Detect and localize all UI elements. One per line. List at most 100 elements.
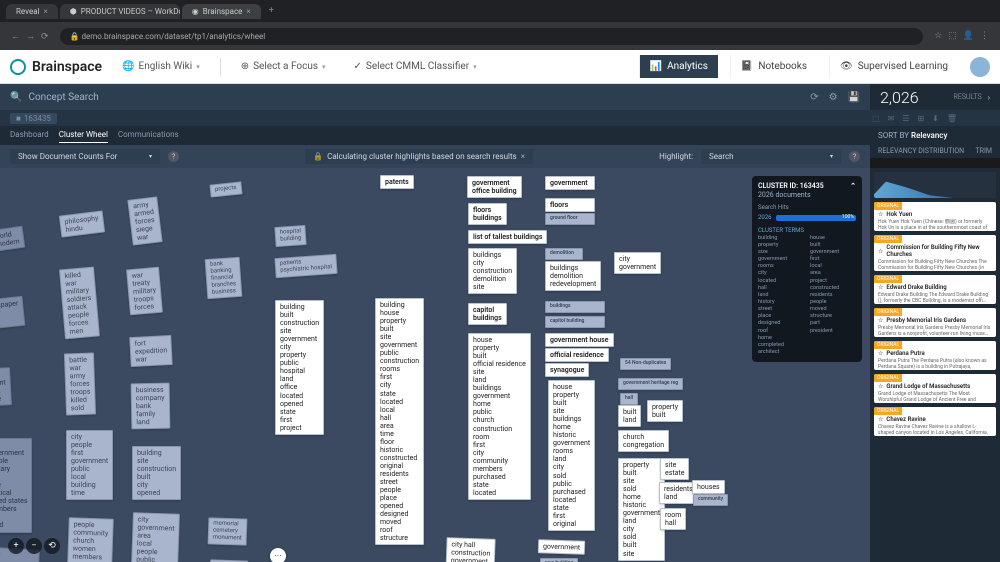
help-icon[interactable]: ? bbox=[849, 151, 860, 162]
browser-tab[interactable]: Reveal× bbox=[6, 4, 58, 19]
cluster-card[interactable]: housepropertybuiltofficial residencesite… bbox=[468, 333, 531, 500]
new-tab-button[interactable]: + bbox=[269, 6, 274, 16]
classifier-dropdown[interactable]: ✓Select CMML Classifier▾ bbox=[346, 57, 485, 76]
result-card[interactable]: ORIGINAL Commission for Building Fifty N… bbox=[874, 235, 996, 271]
cluster-card[interactable]: memorialcemeterymonument bbox=[208, 517, 248, 545]
cluster-card[interactable]: siteestate bbox=[660, 458, 689, 480]
refresh-icon[interactable]: ⟳ bbox=[810, 92, 818, 103]
chevron-right-icon[interactable]: › bbox=[988, 93, 990, 102]
result-card[interactable]: ORIGINAL Grand Lodge of Massachusetts Gr… bbox=[874, 374, 996, 403]
cluster-card[interactable]: buildings bbox=[545, 301, 605, 313]
browser-tab[interactable]: ⬢PRODUCT VIDEOS – WorkDocs× bbox=[60, 4, 180, 19]
cluster-card[interactable]: ground floor bbox=[545, 213, 595, 225]
cluster-card[interactable]: community bbox=[693, 494, 728, 506]
cluster-wheel-viz[interactable]: worldmodern newspaperstoryill godancient… bbox=[0, 168, 870, 562]
cluster-card[interactable]: killedwarmilitarysoldiersattackpeoplefor… bbox=[59, 267, 100, 340]
tab-cluster-wheel[interactable]: Cluster Wheel bbox=[59, 127, 108, 143]
cluster-card[interactable]: patientspsychiatric hospital bbox=[274, 254, 337, 278]
cluster-card[interactable]: propertybuiltsitesoldhomehistoricgovernm… bbox=[618, 458, 665, 561]
cluster-card[interactable]: peoplecommunitychurchwomenmembers bbox=[67, 517, 114, 562]
tab-dashboard[interactable]: Dashboard bbox=[10, 127, 49, 143]
cluster-card[interactable]: housepropertybuiltsitebuildingshomehisto… bbox=[548, 380, 595, 531]
wiki-dropdown[interactable]: 🌐English Wiki▾ bbox=[114, 57, 208, 76]
cluster-card[interactable]: patents bbox=[380, 175, 414, 189]
close-icon[interactable]: × bbox=[521, 152, 525, 161]
cluster-card[interactable]: buildingscityconstructiondemolitionsite bbox=[468, 248, 517, 294]
cluster-card[interactable]: buildinghousepropertybuiltsitegovernment… bbox=[375, 298, 424, 545]
nav-supervised[interactable]: 👁Supervised Learning bbox=[829, 55, 958, 78]
cluster-card[interactable]: capitol building bbox=[545, 316, 605, 328]
cluster-card[interactable]: capitolbuildings bbox=[468, 303, 507, 325]
cluster-card[interactable]: government bbox=[538, 539, 586, 555]
cluster-card[interactable]: buildingsiteconstructionbuiltcityopened bbox=[132, 446, 181, 500]
address-bar[interactable]: 🔒 demo.brainspace.com/dataset/tp1/analyt… bbox=[60, 28, 924, 45]
cluster-card[interactable]: businesscompanybankfamilyland bbox=[131, 383, 171, 430]
brand[interactable]: Brainspace bbox=[10, 59, 102, 75]
cluster-card[interactable]: armyarmedforcessiegewar bbox=[127, 196, 162, 246]
filter-chip[interactable]: ■ 163435 bbox=[10, 113, 57, 124]
cluster-card[interactable]: list of tallest buildings bbox=[468, 230, 547, 244]
result-card[interactable]: ORIGINAL Perdana Putra Perdana Putra The… bbox=[874, 341, 996, 370]
cluster-card[interactable]: newspaperstoryill bbox=[0, 296, 26, 331]
cluster-card[interactable]: 54 Non-duplicates bbox=[620, 358, 671, 370]
result-card[interactable]: ORIGINAL Hok Yuen Hok Yuen Hok Yuen (Chi… bbox=[874, 202, 996, 231]
help-icon[interactable]: ? bbox=[168, 151, 179, 162]
cluster-card[interactable]: worldmodern bbox=[0, 226, 25, 253]
concept-search-bar[interactable]: 🔍 Concept Search ⟳ ⚙ 💾 bbox=[0, 84, 870, 110]
cluster-card[interactable]: bankbankingfinancialbranchesbusiness bbox=[205, 257, 242, 300]
cluster-card[interactable]: churchcongregation bbox=[618, 430, 669, 452]
save-icon[interactable]: 💾 bbox=[848, 92, 860, 103]
cluster-card[interactable]: new building bbox=[540, 558, 578, 562]
focus-dropdown[interactable]: ⊕Select a Focus▾ bbox=[233, 57, 334, 76]
cluster-card[interactable]: demolition bbox=[545, 248, 583, 260]
collapse-icon[interactable]: ⌃ bbox=[850, 182, 856, 191]
tab-communications[interactable]: Communications bbox=[118, 127, 179, 143]
cluster-card[interactable]: wartreatymilitarytroopsforces bbox=[126, 267, 163, 316]
show-counts-dropdown[interactable]: Show Document Counts For▾ bbox=[10, 149, 160, 164]
user-avatar[interactable] bbox=[970, 57, 990, 77]
zoom-out-button[interactable]: − bbox=[26, 538, 42, 554]
zoom-reset-button[interactable]: ⟲ bbox=[44, 538, 60, 554]
cluster-card[interactable]: hall bbox=[620, 393, 638, 405]
reload-icon[interactable]: ⟳ bbox=[41, 32, 49, 42]
cluster-card[interactable]: governmentoffice building bbox=[467, 176, 522, 198]
cluster-card[interactable]: battlewararmyforcestroopskilledsold bbox=[64, 352, 96, 415]
relevancy-distribution-chart[interactable] bbox=[874, 172, 996, 198]
result-card[interactable]: ORIGINAL Presby Memorial Iris Gardens Pr… bbox=[874, 308, 996, 337]
sort-by[interactable]: SORT BY Relevancy bbox=[870, 131, 1000, 140]
back-icon[interactable]: ← bbox=[11, 32, 20, 42]
cluster-card[interactable]: hospitalbuilding bbox=[274, 225, 307, 247]
cluster-card[interactable]: floorsbuildings bbox=[468, 203, 507, 225]
cluster-card[interactable]: city hallconstructiongovernmentbuilt bbox=[445, 537, 495, 562]
more-button[interactable]: ⋯ bbox=[270, 548, 286, 562]
cluster-card[interactable]: citygovernmentarealocalpeoplepublic bbox=[131, 512, 180, 562]
cluster-card[interactable]: propertybuilt bbox=[647, 400, 683, 422]
result-card[interactable]: ORIGINAL Edward Drake Building Edward Dr… bbox=[874, 275, 996, 304]
cluster-card[interactable]: synagogue bbox=[545, 363, 589, 377]
cluster-card[interactable]: roomhall bbox=[660, 508, 686, 530]
cluster-card[interactable]: fortexpeditionwar bbox=[129, 335, 173, 367]
cluster-card[interactable]: official residence bbox=[545, 348, 609, 362]
cluster-card[interactable]: builtland bbox=[618, 405, 641, 427]
highlight-dropdown[interactable]: Search▾ bbox=[701, 149, 841, 164]
cluster-card[interactable]: government house bbox=[545, 333, 614, 347]
nav-analytics[interactable]: 📊Analytics bbox=[639, 55, 718, 78]
cluster-card[interactable]: godancientgreekname bbox=[0, 367, 12, 407]
cluster-card[interactable]: government bbox=[545, 176, 595, 190]
cluster-card[interactable]: floors bbox=[545, 198, 595, 212]
browser-tab[interactable]: ◉Brainspace× bbox=[182, 4, 261, 19]
cluster-card[interactable]: philosophyhindu bbox=[59, 210, 105, 237]
cluster-card[interactable]: buildingbuiltconstructionsitegovernmentc… bbox=[275, 300, 324, 435]
nav-notebooks[interactable]: 📓Notebooks bbox=[730, 55, 817, 78]
cluster-card[interactable]: government heritage reg bbox=[618, 378, 683, 390]
forward-icon[interactable]: → bbox=[26, 32, 35, 42]
cluster-card[interactable]: wargovernmentpeoplemilitaryfirsttimepoli… bbox=[0, 438, 32, 533]
cluster-card[interactable]: projects bbox=[209, 181, 242, 197]
cluster-card[interactable]: citypeoplefirstgovernmentpubliclocalbuil… bbox=[66, 430, 113, 500]
close-icon[interactable]: × bbox=[246, 7, 250, 16]
result-card[interactable]: ORIGINAL Chavez Ravine Chavez Ravine Cha… bbox=[874, 407, 996, 436]
zoom-in-button[interactable]: + bbox=[8, 538, 24, 554]
close-icon[interactable]: × bbox=[43, 7, 47, 16]
cluster-card[interactable]: buildingsdemolitionredevelopment bbox=[545, 261, 601, 291]
settings-icon[interactable]: ⚙ bbox=[829, 92, 838, 103]
